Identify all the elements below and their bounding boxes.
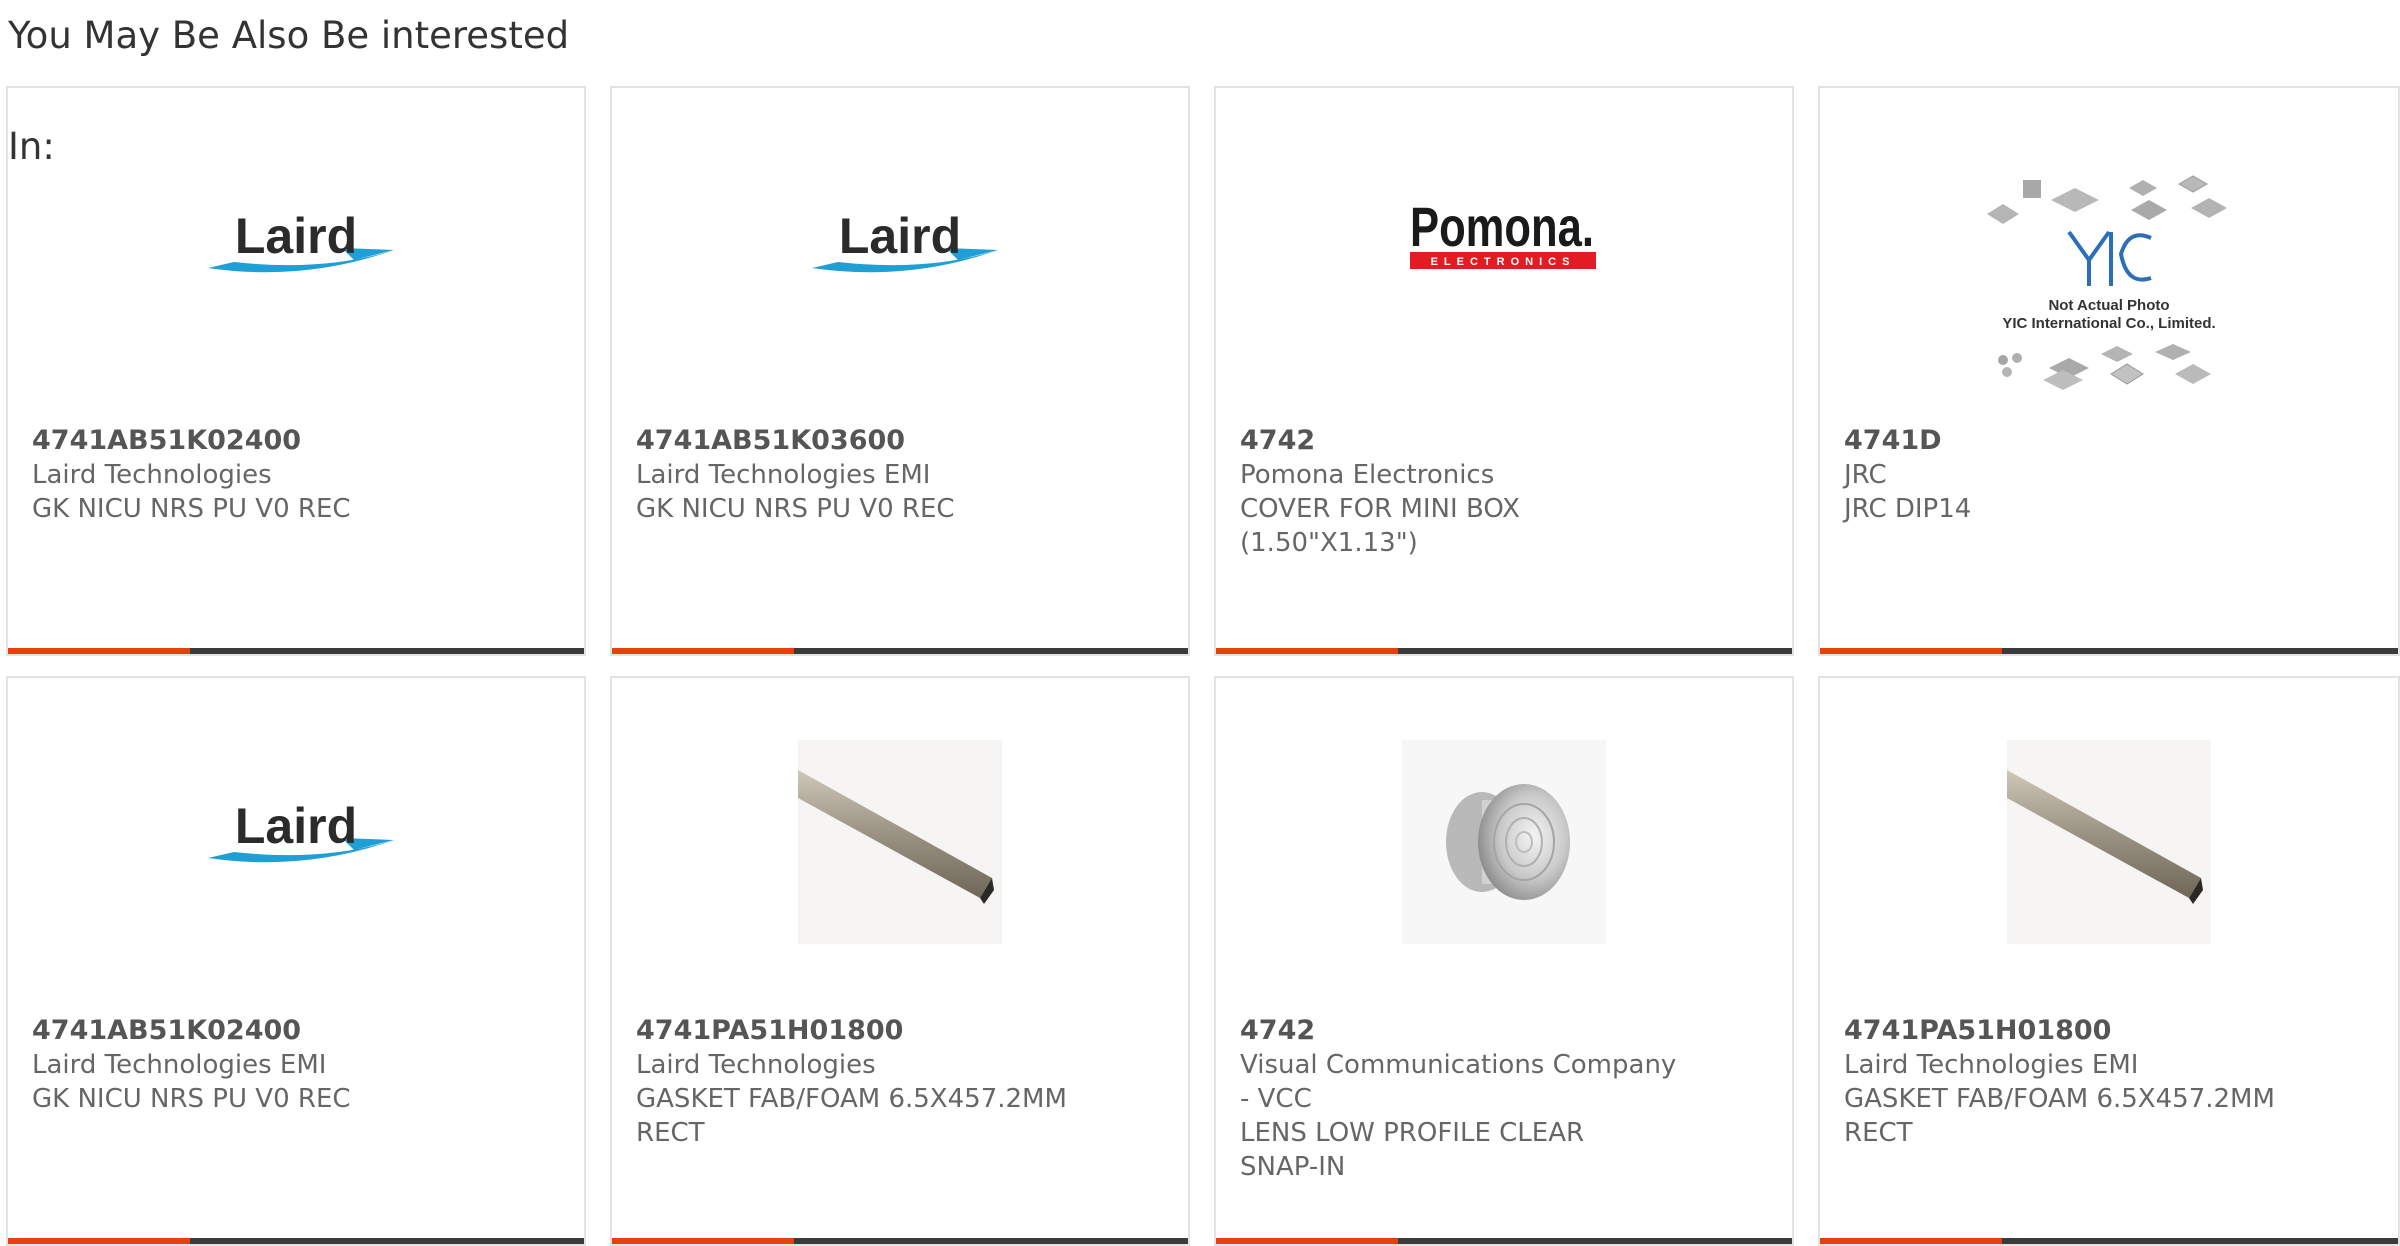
card-accent-bar: [1820, 648, 2002, 654]
product-info: 4741AB51K02400 Laird Technologies GK NIC…: [32, 424, 560, 526]
svg-text:Pomona.: Pomona.: [1410, 195, 1594, 258]
gasket-rod-image: [2007, 740, 2211, 944]
part-number[interactable]: 4741PA51H01800: [1844, 1014, 2374, 1048]
laird-logo-icon: Laird: [208, 208, 394, 273]
card-bottom-bar: [8, 1238, 584, 1244]
gasket-rod-icon: [2007, 740, 2211, 944]
product-card-4[interactable]: Not Actual Photo YIC International Co., …: [1818, 86, 2400, 656]
description-line: GK NICU NRS PU V0 REC: [32, 1084, 351, 1114]
gasket-rod-image: [798, 740, 1002, 944]
description-line: SNAP-IN: [1240, 1152, 1346, 1182]
card-bottom-bar: [1216, 648, 1792, 654]
description-line: COVER FOR MINI BOX: [1240, 494, 1520, 524]
part-number[interactable]: 4741AB51K02400: [32, 1014, 560, 1048]
description-line: GK NICU NRS PU V0 REC: [636, 494, 955, 524]
yic-placeholder-icon: Not Actual Photo YIC International Co., …: [1987, 175, 2227, 390]
part-number[interactable]: 4742: [1240, 1014, 1768, 1048]
part-number[interactable]: 4741PA51H01800: [636, 1014, 1164, 1048]
gasket-rod-icon: [798, 740, 1002, 944]
section-heading-line2: In:: [8, 125, 55, 168]
card-accent-bar: [8, 1238, 190, 1244]
product-info: 4742 Pomona Electronics COVER FOR MINI B…: [1240, 424, 1768, 560]
description-line: GASKET FAB/FOAM 6.5X457.2MM: [1844, 1084, 2275, 1114]
card-accent-bar: [612, 1238, 794, 1244]
card-accent-bar: [612, 648, 794, 654]
product-card-7[interactable]: 4742 Visual Communications Company - VCC…: [1214, 676, 1794, 1246]
manufacturer: Laird Technologies: [32, 460, 272, 490]
description-line: RECT: [636, 1118, 705, 1148]
description-line: GK NICU NRS PU V0 REC: [32, 494, 351, 524]
svg-text:Laird: Laird: [235, 208, 357, 264]
product-card-3[interactable]: Pomona. ELECTRONICS 4742 Pomona Electron…: [1214, 86, 1794, 656]
product-info: 4741AB51K02400 Laird Technologies EMI GK…: [32, 1014, 560, 1116]
svg-text:ELECTRONICS: ELECTRONICS: [1431, 256, 1576, 268]
svg-text:Laird: Laird: [235, 798, 357, 854]
card-accent-bar: [8, 648, 190, 654]
card-bottom-bar: [1820, 648, 2398, 654]
manufacturer: Laird Technologies EMI: [636, 460, 931, 490]
laird-logo-image: Laird: [194, 740, 398, 944]
product-card-8[interactable]: 4741PA51H01800 Laird Technologies EMI GA…: [1818, 676, 2400, 1246]
svg-text:Laird: Laird: [839, 208, 961, 264]
svg-text:Not Actual Photo: Not Actual Photo: [2048, 297, 2169, 314]
laird-logo-icon: Laird: [208, 798, 394, 863]
product-info: 4741AB51K03600 Laird Technologies EMI GK…: [636, 424, 1164, 526]
product-info: 4741PA51H01800 Laird Technologies GASKET…: [636, 1014, 1164, 1150]
laird-logo-image: Laird: [194, 150, 398, 354]
section-heading-line1: You May Be Also Be interested: [8, 14, 570, 57]
card-bottom-bar: [8, 648, 584, 654]
product-card-2[interactable]: Laird 4741AB51K03600 Laird Technologies …: [610, 86, 1190, 656]
product-card-5[interactable]: Laird 4741AB51K02400 Laird Technologies …: [6, 676, 586, 1246]
manufacturer: Laird Technologies EMI: [32, 1050, 327, 1080]
product-card-6[interactable]: 4741PA51H01800 Laird Technologies GASKET…: [610, 676, 1190, 1246]
lens-image: [1402, 740, 1606, 944]
product-info: 4741PA51H01800 Laird Technologies EMI GA…: [1844, 1014, 2374, 1150]
laird-logo-image: Laird: [798, 150, 1002, 354]
product-info: 4742 Visual Communications Company - VCC…: [1240, 1014, 1768, 1184]
description-line: RECT: [1844, 1118, 1913, 1148]
part-number[interactable]: 4741AB51K02400: [32, 424, 560, 458]
manufacturer: Pomona Electronics: [1240, 460, 1495, 490]
card-accent-bar: [1820, 1238, 2002, 1244]
card-bottom-bar: [612, 1238, 1188, 1244]
card-accent-bar: [1216, 648, 1398, 654]
product-info: 4741D JRC JRC DIP14: [1844, 424, 2374, 526]
part-number[interactable]: 4741D: [1844, 424, 2374, 458]
part-number[interactable]: 4742: [1240, 424, 1768, 458]
description-line: GASKET FAB/FOAM 6.5X457.2MM: [636, 1084, 1067, 1114]
description-line: (1.50"X1.13"): [1240, 528, 1418, 558]
manufacturer: Laird Technologies: [636, 1050, 876, 1080]
manufacturer: Laird Technologies EMI: [1844, 1050, 2139, 1080]
card-accent-bar: [1216, 1238, 1398, 1244]
part-number[interactable]: 4741AB51K03600: [636, 424, 1164, 458]
pomona-logo-image: Pomona. ELECTRONICS: [1402, 150, 1606, 354]
lens-icon: [1402, 740, 1606, 944]
manufacturer-line: Visual Communications Company: [1240, 1050, 1677, 1080]
yic-placeholder-image: Not Actual Photo YIC International Co., …: [1979, 174, 2239, 434]
manufacturer-line: - VCC: [1240, 1084, 1312, 1114]
laird-logo-icon: Laird: [812, 208, 998, 273]
description-line: JRC DIP14: [1844, 494, 1972, 524]
product-card-1[interactable]: Laird 4741AB51K02400 Laird Technologies …: [6, 86, 586, 656]
description-line: LENS LOW PROFILE CLEAR: [1240, 1118, 1585, 1148]
svg-text:YIC International Co., Limited: YIC International Co., Limited.: [2002, 315, 2215, 332]
card-bottom-bar: [612, 648, 1188, 654]
manufacturer: JRC: [1844, 460, 1887, 490]
card-bottom-bar: [1216, 1238, 1792, 1244]
card-bottom-bar: [1820, 1238, 2398, 1244]
pomona-logo-icon: Pomona. ELECTRONICS: [1410, 195, 1596, 269]
